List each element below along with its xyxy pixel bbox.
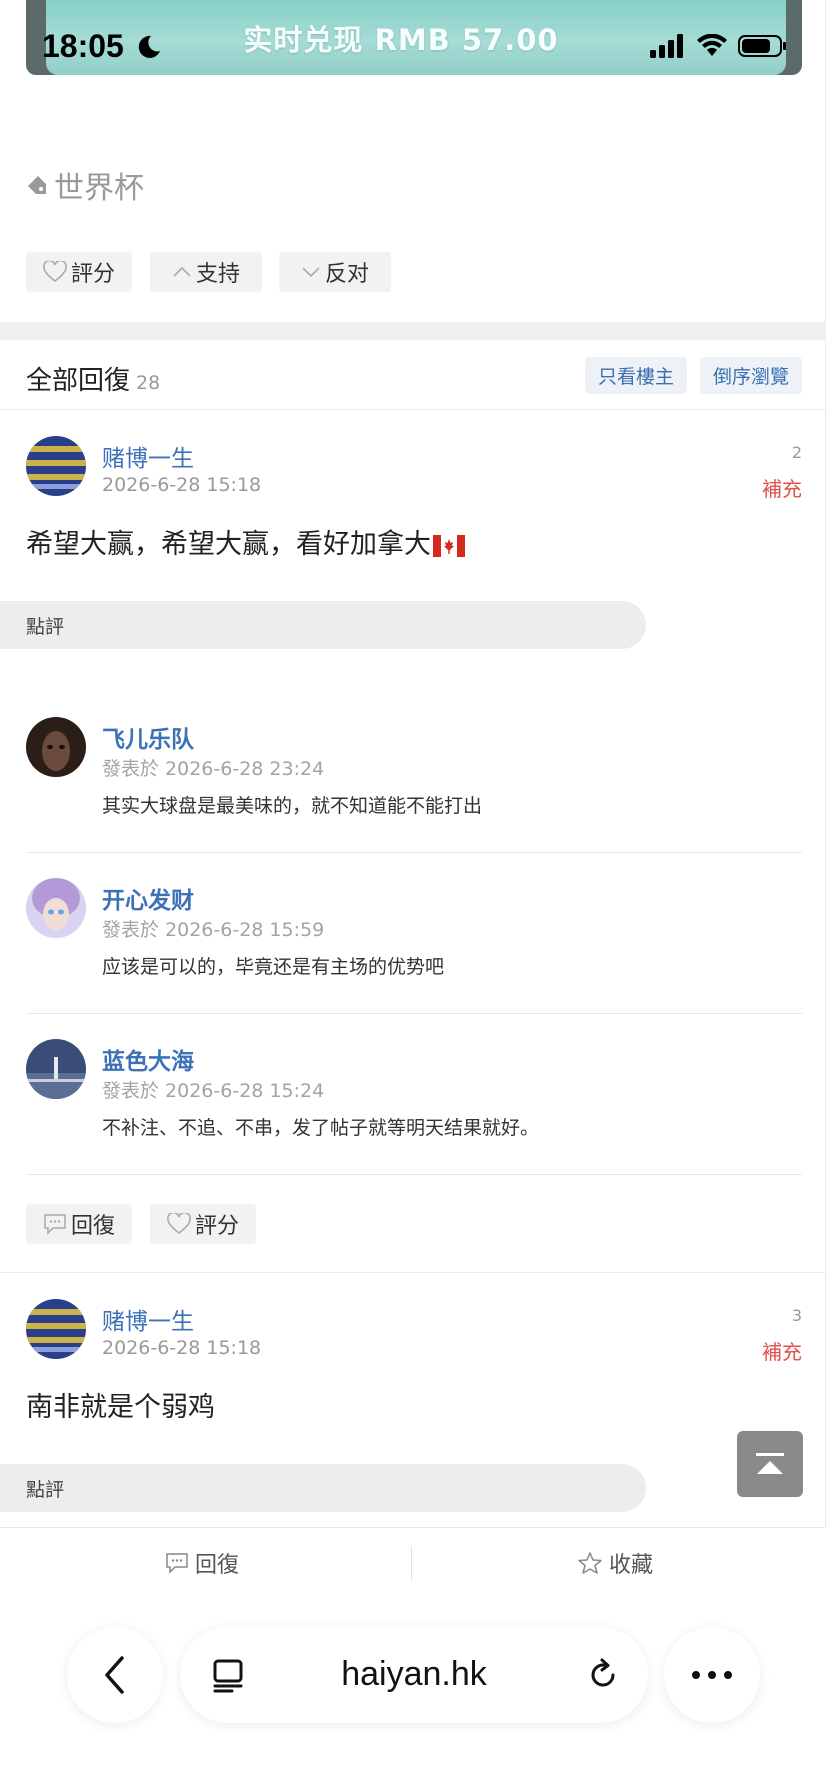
section-divider (0, 322, 826, 340)
cellular-signal-icon (650, 34, 683, 58)
reverse-order-button[interactable]: 倒序瀏覽 (700, 357, 802, 394)
comment-bar[interactable]: 點評 (0, 601, 646, 649)
replies-header: 全部回復 28 (26, 360, 160, 397)
comment-body: 应该是可以的，毕竟还是有主场的优势吧 (102, 956, 445, 978)
avatar[interactable] (26, 1039, 86, 1099)
wifi-icon (697, 34, 727, 56)
comment-body: 其实大球盘是最美味的，就不知道能不能打出 (102, 795, 483, 817)
bottom-reply-button[interactable]: 回復 (165, 1528, 239, 1598)
favorite-button[interactable]: 收藏 (577, 1528, 653, 1598)
avatar[interactable] (26, 717, 86, 777)
address-bar[interactable]: haiyan.hk (180, 1627, 648, 1723)
post-time: 2026-6-28 15:18 (102, 1337, 262, 1359)
post-body: 希望大赢，希望大赢，看好加拿大 (26, 522, 465, 561)
tag-label: 世界杯 (54, 171, 144, 206)
reply-button[interactable]: 回復 (26, 1204, 132, 1244)
avatar-image (26, 717, 86, 777)
reply-button-label: 回復 (70, 1214, 115, 1239)
more-button[interactable] (664, 1627, 760, 1723)
heart-icon (43, 261, 67, 283)
divider (411, 1546, 412, 1580)
thread-tag[interactable]: 世界杯 (26, 163, 144, 207)
comment-body: 不补注、不追、不串，发了帖子就等明天结果就好。 (102, 1117, 540, 1139)
divider (26, 1174, 802, 1175)
supplement-link[interactable]: 補充 (722, 473, 802, 502)
avatar-image (26, 878, 86, 938)
floor-number: 2 (791, 443, 802, 462)
avatar-image (26, 1299, 86, 1359)
replies-count: 28 (136, 372, 161, 394)
thread-content: 实时兑现 RMB 57.00 18:05 世界杯 評分 支持 反对 全部回復 2… (0, 0, 826, 1530)
post-author[interactable]: 赌博一生 (102, 439, 194, 473)
avatar[interactable] (26, 878, 86, 938)
rate-reply-button-label: 評分 (194, 1214, 239, 1239)
heart-icon (167, 1213, 191, 1235)
moon-icon (138, 35, 160, 58)
bottom-reply-label: 回復 (195, 1553, 240, 1578)
promo-banner-text: 实时兑现 RMB 57.00 (243, 22, 559, 57)
battery-icon (738, 35, 786, 57)
status-icons (650, 34, 788, 58)
arrow-to-top-icon (756, 1453, 784, 1474)
rate-button-label: 評分 (70, 262, 115, 287)
replies-title: 全部回復 (26, 366, 131, 396)
star-icon (578, 1552, 602, 1574)
comment-time: 發表於 2026-6-28 15:24 (102, 1080, 325, 1102)
page: 实时兑现 RMB 57.00 18:05 世界杯 評分 支持 反对 全部回復 2… (0, 0, 828, 1792)
comment-icon (166, 1553, 188, 1574)
browser-toolbar: haiyan.hk (0, 1597, 828, 1792)
avatar-image (26, 436, 86, 496)
chevron-down-icon (302, 267, 320, 278)
more-icon (692, 1671, 732, 1679)
chevron-up-icon (173, 266, 191, 277)
post-time: 2026-6-28 15:18 (102, 474, 262, 496)
status-time: 18:05 (42, 28, 124, 64)
divider (26, 852, 802, 853)
avatar[interactable] (26, 1299, 86, 1359)
post-body: 南非就是个弱鸡 (26, 1392, 215, 1423)
comment-author[interactable]: 蓝色大海 (102, 1042, 194, 1076)
post-body-text: 希望大赢，希望大赢，看好加拿大 (26, 529, 431, 560)
avatar-image (26, 1039, 86, 1099)
rate-reply-button[interactable]: 評分 (150, 1204, 256, 1244)
rate-button[interactable]: 評分 (26, 252, 132, 292)
back-to-top-button[interactable] (737, 1431, 803, 1497)
divider (0, 1272, 826, 1273)
bottom-action-bar: 回復 收藏 (0, 1527, 826, 1597)
comment-bar[interactable]: 點評 (0, 1464, 646, 1512)
divider (26, 1013, 802, 1014)
comment-time: 發表於 2026-6-28 15:59 (102, 919, 325, 941)
avatar[interactable] (26, 436, 86, 496)
support-button[interactable]: 支持 (150, 252, 262, 292)
favorite-label: 收藏 (609, 1553, 654, 1578)
comment-author[interactable]: 飞儿乐队 (102, 720, 194, 754)
comment-icon (44, 1214, 66, 1235)
only-author-button[interactable]: 只看樓主 (585, 357, 687, 394)
reload-icon[interactable] (585, 1657, 621, 1693)
tag-icon (28, 176, 46, 194)
chevron-left-icon (105, 1656, 124, 1694)
oppose-button-label: 反对 (324, 262, 369, 287)
comment-time: 發表於 2026-6-28 23:24 (102, 758, 325, 780)
comment-author[interactable]: 开心发财 (102, 881, 194, 915)
support-button-label: 支持 (195, 262, 240, 287)
url-text: haiyan.hk (341, 1655, 487, 1693)
canada-flag-icon (433, 534, 465, 557)
supplement-link[interactable]: 補充 (722, 1336, 802, 1365)
back-button[interactable] (67, 1627, 163, 1723)
oppose-button[interactable]: 反对 (279, 252, 391, 292)
floor-number: 3 (791, 1306, 802, 1325)
post-author[interactable]: 赌博一生 (102, 1302, 194, 1336)
divider (0, 409, 826, 410)
